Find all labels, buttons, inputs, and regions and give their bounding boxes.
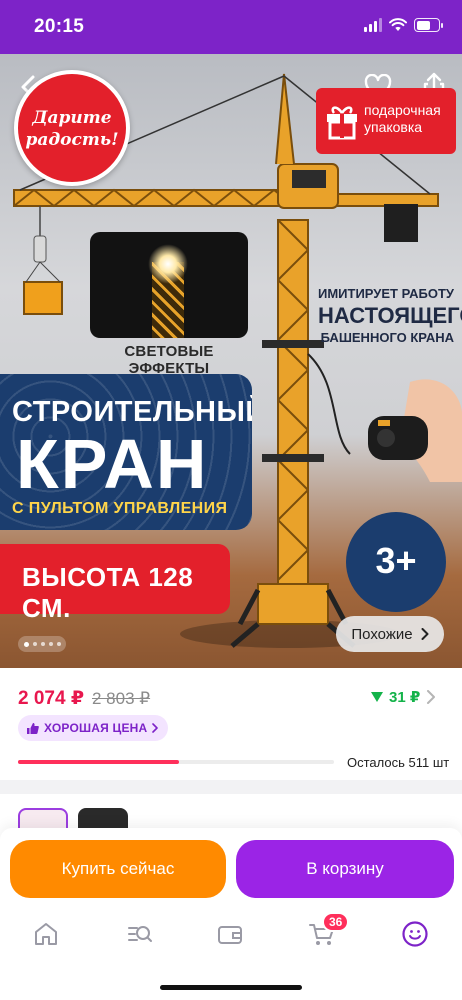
good-price-badge[interactable]: ХОРОШАЯ ЦЕНА bbox=[18, 715, 169, 741]
home-icon[interactable] bbox=[32, 920, 60, 948]
good-price-label: ХОРОШАЯ ЦЕНА bbox=[44, 721, 148, 735]
gift-joy-badge: Дарите радость! bbox=[14, 70, 130, 186]
add-to-cart-button[interactable]: В корзину bbox=[236, 840, 454, 898]
wifi-icon bbox=[389, 18, 407, 31]
light-effects-photo bbox=[90, 232, 248, 338]
price-section: 2 074 ₽ 2 803 ₽ 31 ₽ ХОРОШАЯ ЦЕНА Остало… bbox=[0, 668, 462, 780]
product-image-carousel[interactable]: Дарите радость! подарочная упаковка СВЕТ… bbox=[0, 54, 462, 668]
remote-control-hand bbox=[368, 379, 462, 482]
current-price: 2 074 ₽ bbox=[18, 688, 85, 709]
cart-count-badge: 36 bbox=[322, 912, 350, 932]
gift-wrap-line2: упаковка bbox=[364, 119, 423, 135]
gift-wrap-badge: подарочная упаковка bbox=[316, 88, 456, 154]
imitates-line1: ИМИТИРУЕТ РАБОТУ bbox=[318, 286, 455, 301]
status-time: 20:15 bbox=[34, 16, 85, 37]
stock-left-count: Осталось 511 шт bbox=[347, 755, 450, 770]
height-label: ВЫСОТА 128 СМ. bbox=[22, 562, 194, 623]
height-banner: ВЫСОТА 128 СМ. bbox=[0, 544, 230, 623]
bottom-action-panel: Купить сейчас В корзину 36 bbox=[0, 828, 462, 1000]
title-line3: С ПУЛЬТОМ УПРАВЛЕНИЯ bbox=[12, 500, 228, 517]
gift-wrap-line1: подарочная bbox=[364, 102, 441, 118]
battery-icon bbox=[414, 18, 443, 32]
light-effects-label: СВЕТОВЫЕ ЭФФЕКТЫ bbox=[124, 343, 214, 377]
section-divider bbox=[0, 780, 462, 794]
product-title-banner: СТРОИТЕЛЬНЫЙ КРАН С ПУЛЬТОМ УПРАВЛЕНИЯ bbox=[0, 374, 252, 530]
carousel-dot bbox=[56, 642, 61, 646]
catalog-search-icon[interactable] bbox=[126, 920, 154, 948]
age-label: 3+ bbox=[375, 540, 417, 581]
profile-icon[interactable] bbox=[401, 920, 429, 948]
age-badge: 3+ bbox=[346, 512, 446, 612]
bottom-tab-bar: 36 bbox=[0, 912, 462, 956]
status-icons bbox=[364, 18, 443, 32]
stock-progress-bar bbox=[18, 760, 334, 764]
signal-icon bbox=[364, 18, 382, 32]
imitates-line2: НАСТОЯЩЕГО bbox=[318, 303, 462, 328]
chevron-right-icon bbox=[421, 628, 429, 640]
similar-button-label: Похожие bbox=[351, 625, 413, 643]
carousel-dot bbox=[40, 642, 45, 646]
gift-icon bbox=[327, 106, 357, 140]
wallet-icon[interactable] bbox=[216, 920, 244, 948]
carousel-dot bbox=[32, 642, 37, 646]
buy-now-button[interactable]: Купить сейчас bbox=[10, 840, 226, 898]
chevron-right-icon[interactable] bbox=[426, 690, 436, 704]
badge-joy-line1: Дарите bbox=[32, 108, 112, 128]
imitates-line3: БАШЕННОГО КРАНА bbox=[320, 330, 454, 345]
gift-wrap-text: подарочная упаковка bbox=[364, 102, 441, 136]
triangle-down-icon bbox=[371, 692, 383, 702]
thumbs-up-icon bbox=[27, 722, 39, 734]
badge-joy-line2: радость! bbox=[25, 130, 119, 150]
title-line2: КРАН bbox=[16, 425, 209, 503]
status-bar: 20:15 bbox=[0, 0, 462, 54]
carousel-dot-active bbox=[23, 641, 29, 647]
carousel-dots bbox=[18, 636, 66, 652]
old-price: 2 803 ₽ bbox=[92, 689, 151, 708]
carousel-dot bbox=[48, 642, 53, 646]
cashback-amount: 31 ₽ bbox=[389, 689, 421, 706]
chevron-right-icon bbox=[152, 723, 159, 733]
similar-button[interactable]: Похожие bbox=[336, 616, 444, 652]
cashback-badge[interactable]: 31 ₽ bbox=[371, 688, 420, 706]
stock-progress-fill bbox=[18, 760, 180, 764]
imitates-crane-text: ИМИТИРУЕТ РАБОТУ НАСТОЯЩЕГО БАШЕННОГО КР… bbox=[318, 286, 462, 346]
home-indicator bbox=[160, 985, 302, 990]
